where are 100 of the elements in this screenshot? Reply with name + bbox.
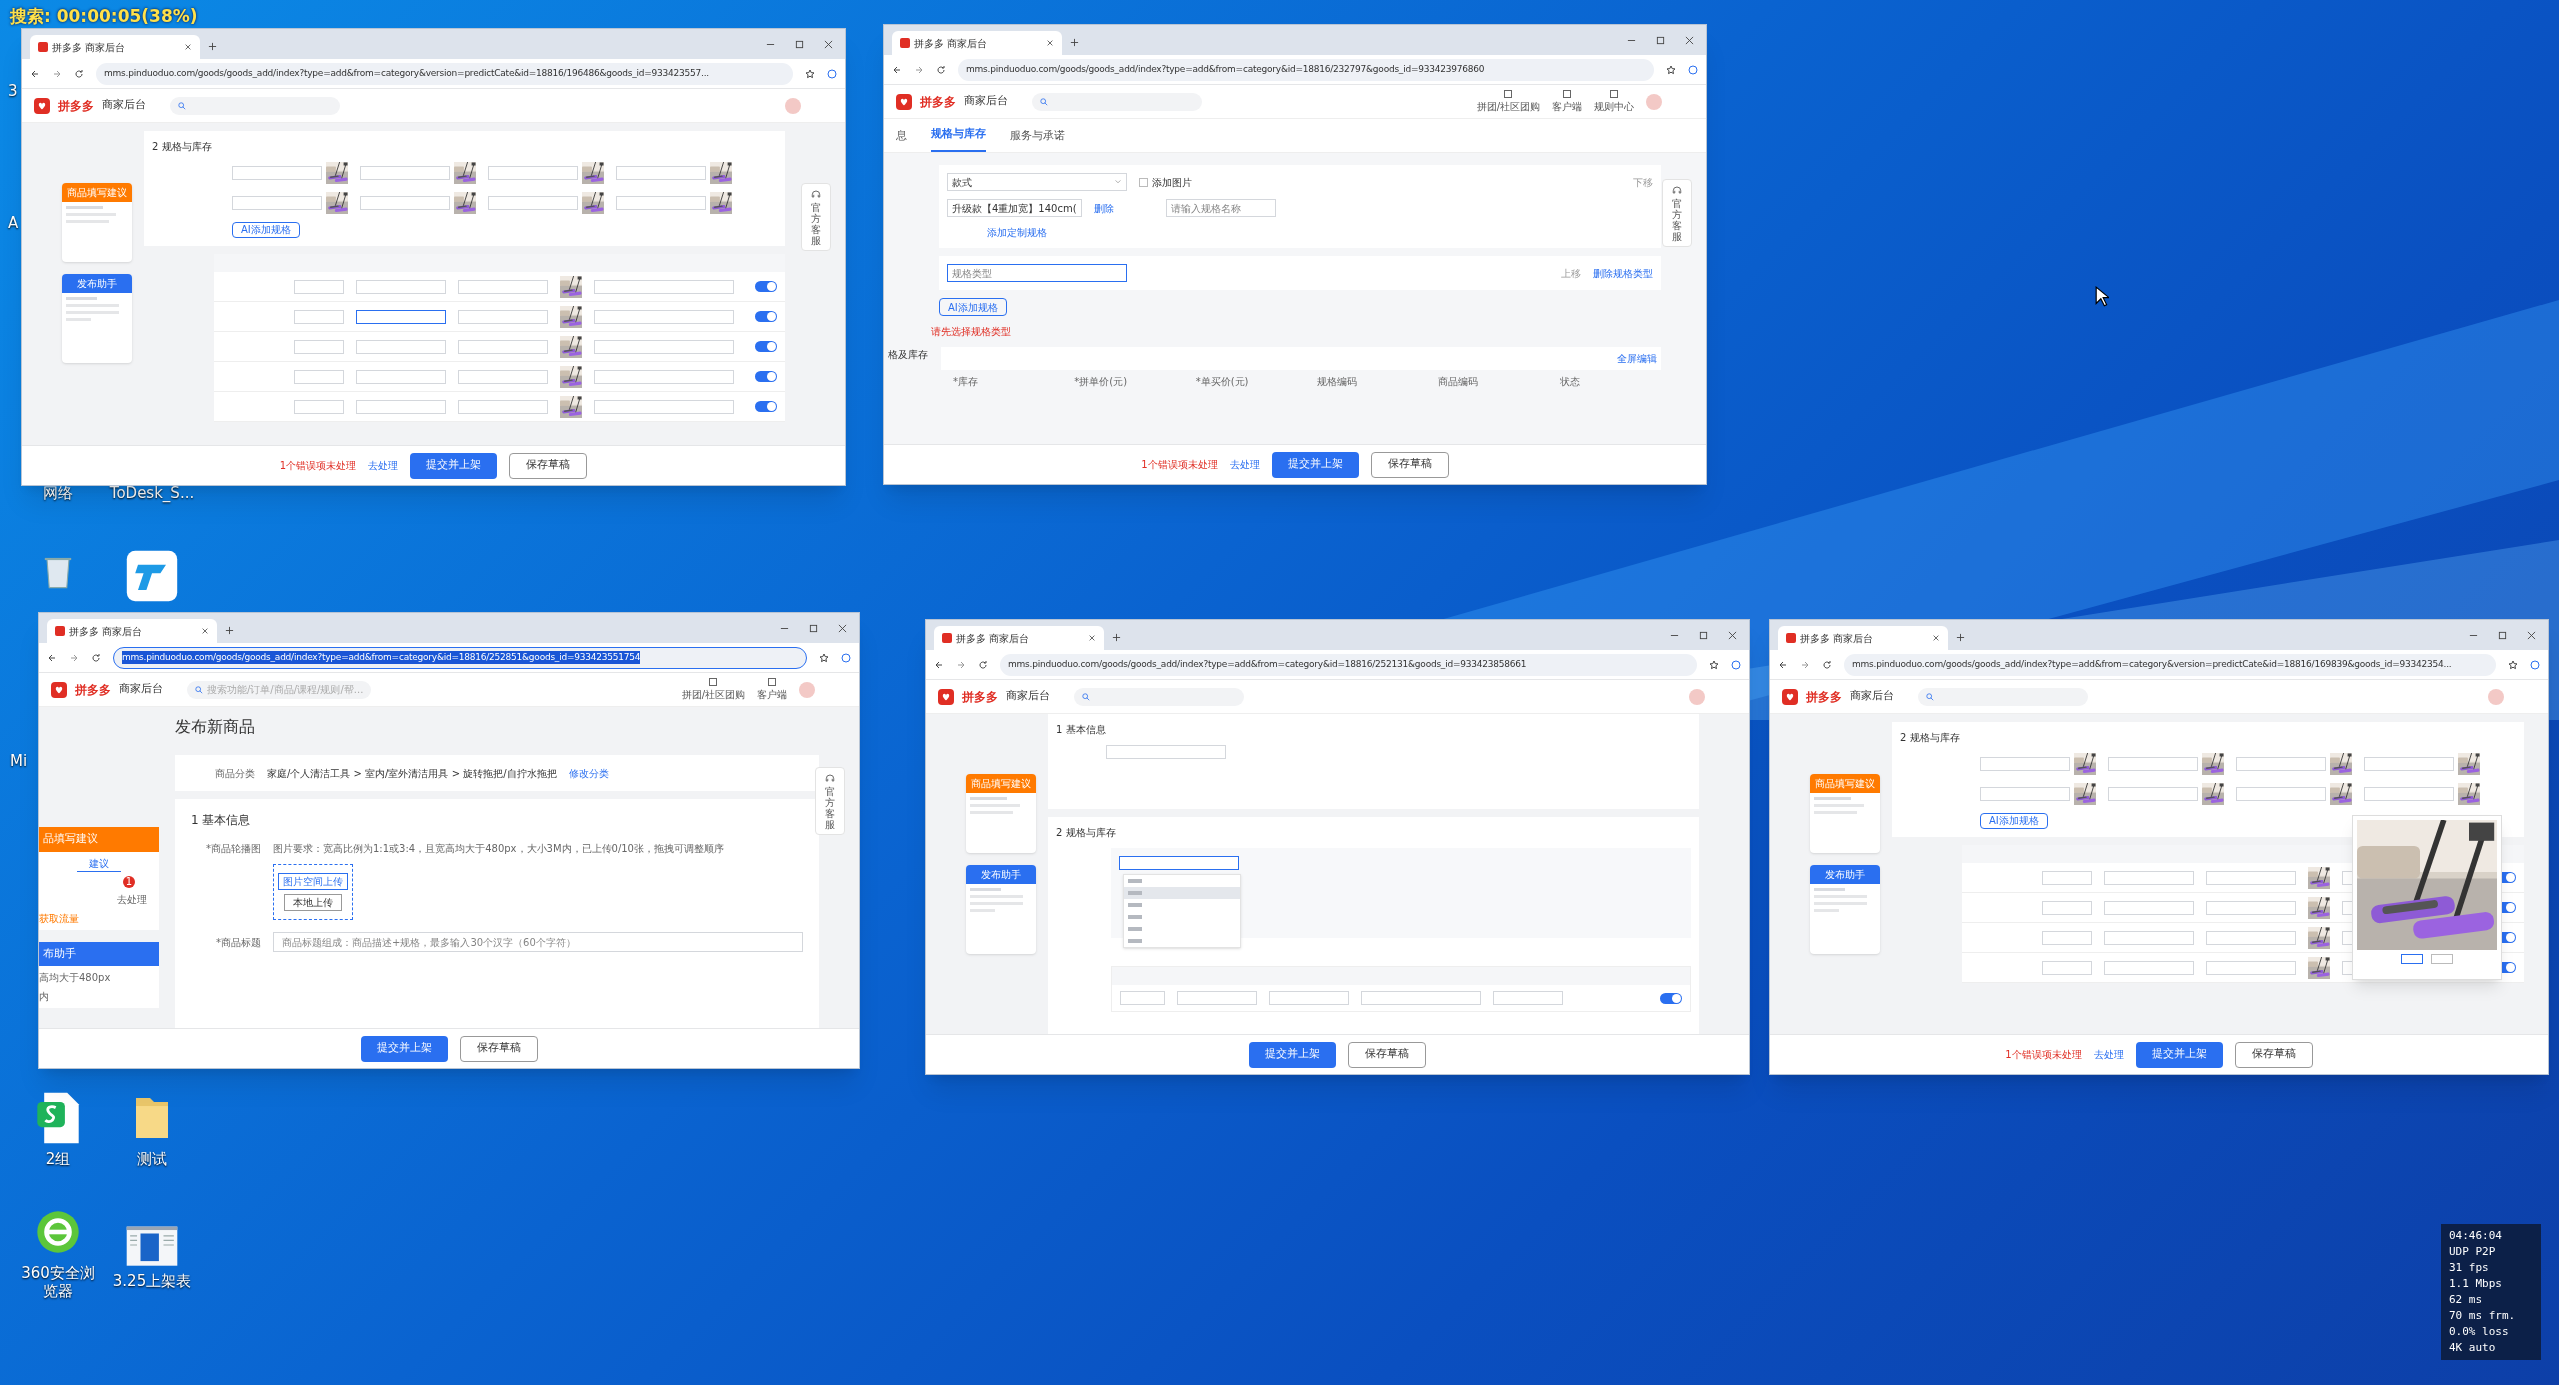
maximize-icon[interactable] [2498,630,2507,640]
search-field[interactable] [170,96,340,115]
close-icon[interactable] [1728,630,1737,640]
reload-icon[interactable] [74,68,84,79]
browser-tab[interactable]: 拼多多 商家后台 [934,626,1104,650]
profile-icon[interactable] [841,652,851,663]
customer-service-button[interactable]: 官方客服 [1662,179,1692,247]
search-field[interactable] [1074,687,1244,706]
toggle-switch[interactable] [755,401,777,412]
address-bar[interactable]: mms.pinduoduo.com/goods/goods_add/index?type=add&from=category&version=predictCate&id=18816/196486&goods_id=933423557... [96,62,793,85]
desktop-icon-label[interactable]: 测试 [137,1150,167,1168]
star-icon[interactable] [2508,659,2518,670]
star-icon[interactable] [805,68,815,79]
submit-button[interactable]: 提交并上架 [410,452,498,479]
forward-icon[interactable] [1800,659,1810,670]
star-icon[interactable] [1666,64,1676,75]
address-bar[interactable]: mms.pinduoduo.com/goods/goods_add/index?type=add&from=category&id=18816/252851&goods_id=933423551754 [113,646,807,669]
toggle-switch[interactable] [755,281,777,292]
spec-name-field[interactable]: 请输入规格名称 [1165,199,1276,217]
tab[interactable]: 规格与库存 [931,125,986,152]
spreadsheet-file-icon[interactable] [35,1090,81,1146]
title-field[interactable]: 商品标题组成：商品描述+规格，最多输入30个汉字（60个字符） [273,932,803,952]
resolve-link[interactable]: 去处理 [117,891,147,907]
reload-icon[interactable] [91,652,101,663]
preview-action-button[interactable] [2401,954,2423,964]
profile-icon[interactable] [1731,659,1741,670]
edit-category-link[interactable]: 修改分类 [568,765,609,781]
dropdown-option[interactable] [1124,887,1240,899]
spec-value-field[interactable]: 升级款【4重加宽】140cm( [947,199,1082,217]
input-field[interactable] [1119,856,1239,870]
profile-icon[interactable] [827,68,837,79]
forward-icon[interactable] [52,68,62,79]
upload-area[interactable]: 图片空间上传 本地上传 [273,864,353,920]
avatar[interactable] [799,681,815,698]
maximize-icon[interactable] [795,39,804,49]
toggle-switch[interactable] [1660,992,1682,1004]
header-link[interactable]: 客户端 [1552,89,1582,114]
reload-icon[interactable] [978,659,988,670]
back-icon[interactable] [1778,659,1788,670]
profile-icon[interactable] [2530,659,2540,670]
star-icon[interactable] [819,652,829,663]
avatar[interactable] [785,97,801,114]
new-tab-icon[interactable] [225,626,234,635]
new-tab-icon[interactable] [1070,38,1079,47]
maximize-icon[interactable] [809,623,818,633]
address-bar[interactable]: mms.pinduoduo.com/goods/goods_add/index?type=add&from=category&id=18816/232797&goods_id=933423976860 [958,58,1654,81]
checkbox[interactable] [1139,177,1148,187]
desktop-icon-label[interactable]: ToDesk_S... [109,484,195,502]
back-icon[interactable] [934,659,944,670]
ai-spec-button[interactable]: AI添加规格 [1980,813,2048,829]
submit-button[interactable]: 提交并上架 [360,1035,448,1062]
browser-tab[interactable]: 拼多多 商家后台 [1778,626,1948,650]
browser-tab[interactable]: 拼多多 商家后台 [30,35,200,59]
new-tab-icon[interactable] [208,42,217,51]
avatar[interactable] [1689,688,1705,705]
desktop-icon-label[interactable]: 网络 [43,484,73,502]
close-icon[interactable] [838,623,847,633]
toggle-switch[interactable] [755,341,777,352]
forward-icon[interactable] [69,652,79,663]
save-draft-button[interactable]: 保存草稿 [459,1035,538,1062]
local-upload-button[interactable]: 本地上传 [284,894,342,911]
customer-service-button[interactable]: 官方客服 [801,183,831,251]
maximize-icon[interactable] [1656,35,1665,45]
desktop-icon-label[interactable]: 3.25上架表 [112,1272,192,1290]
new-tab-icon[interactable] [1112,633,1121,642]
close-icon[interactable] [2527,630,2536,640]
close-icon[interactable] [201,627,209,635]
back-icon[interactable] [892,64,902,75]
resolve-link[interactable]: 去处理 [1229,457,1260,472]
fullscreen-edit-link[interactable]: 全屏编辑 [1617,351,1657,366]
search-field[interactable] [1032,92,1202,111]
search-field[interactable] [1918,687,2088,706]
profile-icon[interactable] [1688,64,1698,75]
header-link[interactable]: 拼团/社区团购 [1476,89,1540,114]
forward-icon[interactable] [956,659,966,670]
browser-tab[interactable]: 拼多多 商家后台 [892,31,1062,55]
resolve-link[interactable]: 去处理 [368,458,399,473]
desktop-icon-label[interactable]: 2组 [45,1150,71,1168]
spec-type-select[interactable]: 规格类型 [947,264,1127,282]
resolve-link[interactable]: 去处理 [2093,1047,2124,1062]
address-bar[interactable]: mms.pinduoduo.com/goods/goods_add/index?type=add&from=category&id=18816/252131&goods_id=933423858661 [1000,653,1697,676]
toggle-switch[interactable] [755,371,777,382]
close-icon[interactable] [1685,35,1694,45]
forward-icon[interactable] [914,64,924,75]
submit-button[interactable]: 提交并上架 [2135,1041,2223,1068]
address-bar[interactable]: mms.pinduoduo.com/goods/goods_add/index?type=add&from=category&version=predictCate&id=18816/169839&goods_id=93342354... [1844,653,2496,676]
reload-icon[interactable] [936,64,946,75]
reload-icon[interactable] [1822,659,1832,670]
header-link[interactable]: 规则中心 [1594,89,1634,114]
remote-app-icon[interactable] [124,548,180,604]
image-space-upload-button[interactable]: 图片空间上传 [278,873,348,890]
save-draft-button[interactable]: 保存草稿 [1370,451,1449,478]
tab[interactable]: 建议 [77,855,121,872]
save-draft-button[interactable]: 保存草稿 [509,452,588,479]
back-icon[interactable] [47,652,57,663]
back-icon[interactable] [30,68,40,79]
submit-button[interactable]: 提交并上架 [1271,451,1359,478]
submit-button[interactable]: 提交并上架 [1249,1041,1336,1068]
ai-spec-button[interactable]: AI添加规格 [232,222,300,238]
ai-spec-button[interactable]: AI添加规格 [939,298,1007,316]
